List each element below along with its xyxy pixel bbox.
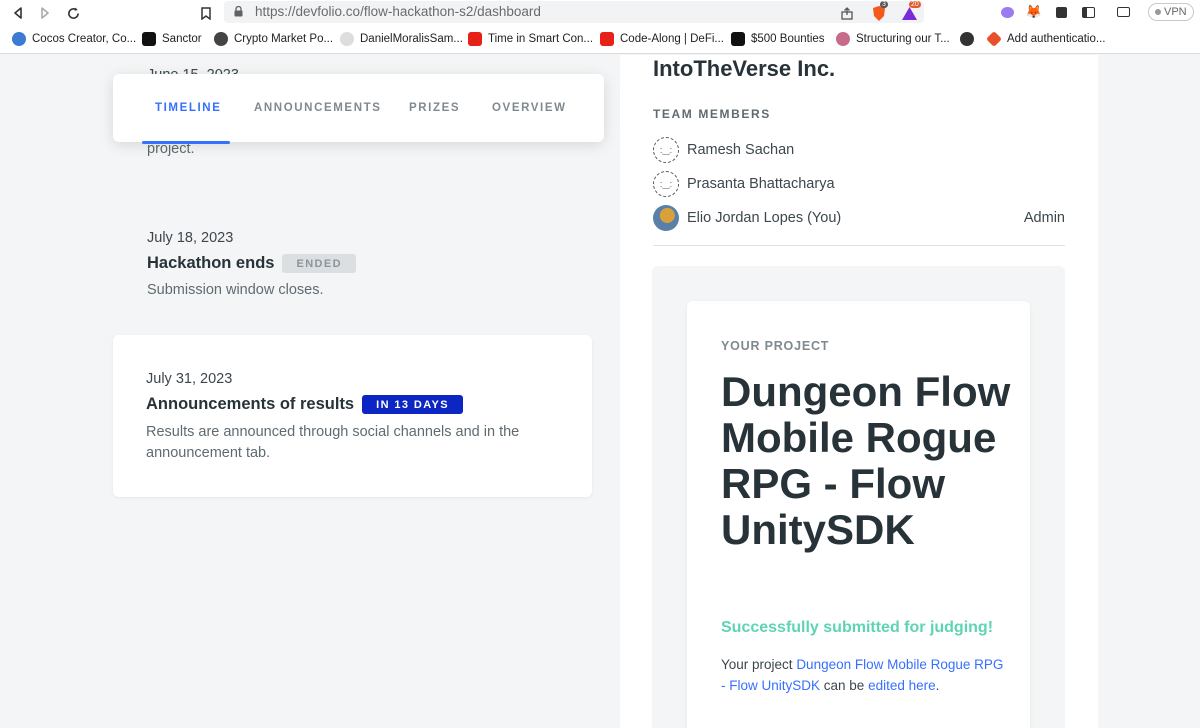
bookmark-item[interactable] <box>960 32 974 46</box>
project-label: YOUR PROJECT <box>721 339 830 353</box>
extension-orb-icon[interactable] <box>998 3 1016 21</box>
status-badge: ENDED <box>282 254 356 273</box>
team-member[interactable]: Elio Jordan Lopes (You) Admin <box>653 204 1065 232</box>
vpn-button[interactable]: VPN <box>1148 3 1194 21</box>
project-card: YOUR PROJECT Dungeon Flow Mobile Rogue R… <box>687 301 1030 728</box>
avatar-placeholder-icon: :‿: <box>653 171 679 197</box>
team-panel: IntoTheVerse Inc. TEAM MEMBERS :‿: Rames… <box>620 55 1098 728</box>
sanctor-favicon-icon <box>142 32 156 46</box>
bounty-favicon-icon <box>731 32 745 46</box>
bookmark-label: Time in Smart Con... <box>488 33 594 45</box>
bookmark-label: Sanctor <box>162 33 202 45</box>
timeline-description: Submission window closes. <box>147 282 324 298</box>
puzzle-extensions-icon[interactable] <box>1052 3 1070 21</box>
member-role: Admin <box>1023 210 1065 226</box>
team-members-label: TEAM MEMBERS <box>653 107 771 121</box>
browser-toolbar: https://devfolio.co/flow-hackathon-s2/da… <box>0 0 1200 26</box>
tab-announcements[interactable]: ANNOUNCEMENTS <box>254 102 382 114</box>
bookmark-label: DanielMoralisSam... <box>360 33 463 45</box>
bookmark-item[interactable]: Sanctor <box>142 32 202 46</box>
submission-status: Successfully submitted for judging! <box>721 619 994 636</box>
sidebar-toggle-icon[interactable] <box>1079 3 1097 21</box>
forward-icon[interactable] <box>35 3 55 23</box>
globe-favicon-icon <box>12 32 26 46</box>
member-name: Ramesh Sachan <box>687 142 795 158</box>
timeline-title: Announcements of results IN 13 DAYS <box>146 395 464 414</box>
bookmark-item[interactable]: Add authenticatio... <box>986 31 1106 47</box>
bookmark-item[interactable]: DanielMoralisSam... <box>340 32 463 46</box>
tab-overview[interactable]: OVERVIEW <box>492 102 567 114</box>
project-description: Your project Dungeon Flow Mobile Rogue R… <box>721 654 1011 696</box>
bookmark-label: Structuring our T... <box>856 33 950 45</box>
bookmark-item[interactable]: Code-Along | DeFi... <box>600 32 724 46</box>
timeline-description: Results are announced through social cha… <box>146 424 520 461</box>
wallet-icon[interactable] <box>1114 3 1132 21</box>
brave-count: 3 <box>880 1 888 8</box>
avatar-placeholder-icon: :‿: <box>653 137 679 163</box>
bookmark-item[interactable]: $500 Bounties <box>731 32 825 46</box>
dashboard-page: June 15, 2023 project. TIMELINE ANNOUNCE… <box>0 55 1200 728</box>
project-section: YOUR PROJECT Dungeon Flow Mobile Rogue R… <box>652 266 1065 728</box>
url-text: https://devfolio.co/flow-hackathon-s2/da… <box>255 4 541 19</box>
bookmark-item[interactable]: Cocos Creator, Co... <box>12 32 136 46</box>
desc-suffix: . <box>935 678 940 693</box>
reload-icon[interactable] <box>63 3 83 23</box>
desc-middle: can be <box>820 678 869 693</box>
team-member[interactable]: :‿: Prasanta Bhattacharya <box>653 170 1065 198</box>
back-icon[interactable] <box>8 3 28 23</box>
team-member[interactable]: :‿: Ramesh Sachan <box>653 136 1065 164</box>
bookmark-label: $500 Bounties <box>751 33 825 45</box>
bookmark-label: Add authenticatio... <box>1007 33 1106 45</box>
timeline-card-current: July 31, 2023 Announcements of results I… <box>113 335 592 497</box>
bookmark-item[interactable]: Time in Smart Con... <box>468 32 593 46</box>
bookmark-item[interactable]: Crypto Market Po... <box>214 32 333 46</box>
divider <box>653 245 1065 246</box>
team-name: IntoTheVerse Inc. <box>653 56 836 81</box>
timeline-date: July 18, 2023 <box>147 230 234 246</box>
github-favicon-icon <box>340 32 354 46</box>
share-icon[interactable] <box>838 4 856 22</box>
tab-timeline[interactable]: TIMELINE <box>155 102 221 114</box>
url-path: /flow-hackathon-s2/dashboard <box>360 4 541 19</box>
bookmark-icon[interactable] <box>196 3 216 23</box>
vpn-label: VPN <box>1164 6 1187 18</box>
brain-favicon-icon <box>836 32 850 46</box>
desc-prefix: Your project <box>721 657 797 672</box>
avatar-favicon-icon <box>214 32 228 46</box>
tab-prizes[interactable]: PRIZES <box>409 102 460 114</box>
lock-icon <box>234 6 243 17</box>
metamask-icon[interactable]: 🦊 <box>1025 3 1043 21</box>
status-badge: IN 13 DAYS <box>362 395 464 414</box>
youtube-favicon-icon <box>600 32 614 46</box>
timeline-title: Hackathon ends ENDED <box>147 254 356 273</box>
timeline-date: July 31, 2023 <box>146 371 233 387</box>
url-host: https://devfolio.co <box>255 4 361 19</box>
member-name: Prasanta Bhattacharya <box>687 176 835 192</box>
timeline-title-text: Announcements of results <box>146 395 355 413</box>
bookmark-item[interactable]: Structuring our T... <box>836 32 950 46</box>
address-bar[interactable]: https://devfolio.co/flow-hackathon-s2/da… <box>224 1 924 23</box>
bookmark-label: Cocos Creator, Co... <box>32 33 137 45</box>
globe-favicon-icon <box>960 32 974 46</box>
diamond-favicon-icon <box>986 31 1002 47</box>
youtube-favicon-icon <box>468 32 482 46</box>
alert-triangle-icon[interactable]: 20 <box>900 1 921 22</box>
avatar <box>653 205 679 231</box>
dashboard-tabs: TIMELINE ANNOUNCEMENTS PRIZES OVERVIEW <box>113 74 604 144</box>
active-tab-indicator <box>142 141 230 144</box>
brave-shield-icon[interactable]: 3 <box>870 1 888 22</box>
bookmark-label: Crypto Market Po... <box>234 33 334 45</box>
project-title: Dungeon Flow Mobile Rogue RPG - Flow Uni… <box>721 368 1011 553</box>
vpn-dot-icon <box>1155 9 1161 15</box>
edit-project-link[interactable]: edited here <box>868 678 936 693</box>
alert-count: 20 <box>909 1 921 8</box>
member-name: Elio Jordan Lopes (You) <box>687 210 842 226</box>
bookmarks-bar: Cocos Creator, Co... Sanctor Crypto Mark… <box>0 26 1200 54</box>
bookmark-label: Code-Along | DeFi... <box>620 33 724 45</box>
timeline-title-text: Hackathon ends <box>147 254 275 272</box>
